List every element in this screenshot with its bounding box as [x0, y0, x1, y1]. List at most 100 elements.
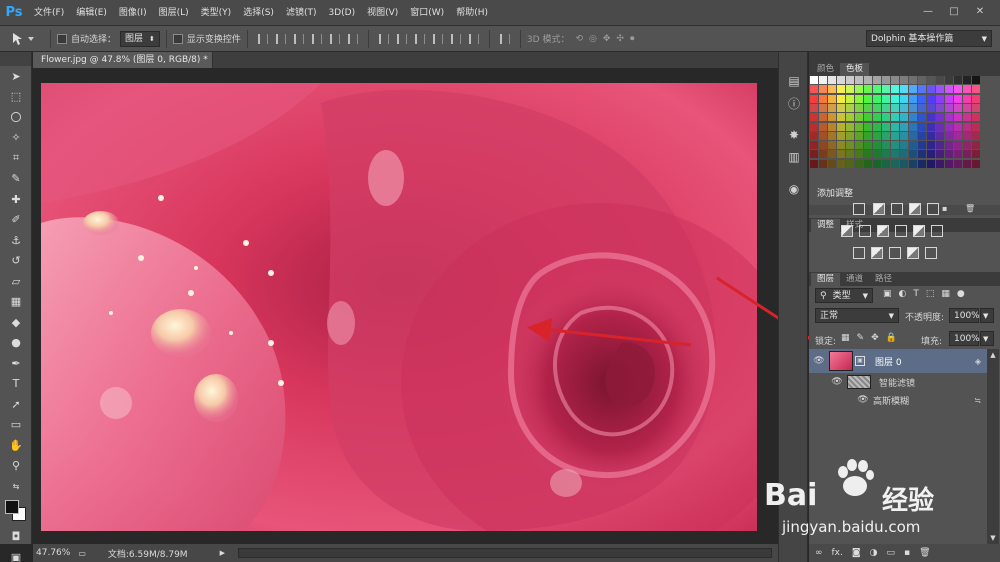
horizontal-scrollbar[interactable] — [238, 548, 772, 558]
3d-slide-icon[interactable]: ✣ — [616, 34, 624, 44]
swatch[interactable] — [882, 94, 890, 103]
swatch[interactable] — [909, 85, 917, 94]
swatch[interactable] — [918, 159, 926, 168]
swatch[interactable] — [846, 122, 854, 131]
swatch[interactable] — [963, 122, 971, 131]
eraser-tool-icon[interactable]: ▱ — [0, 271, 32, 292]
character-panel-icon[interactable]: ▥ — [779, 146, 809, 168]
swatch[interactable] — [828, 131, 836, 140]
swatch[interactable] — [900, 131, 908, 140]
adjustment-icon[interactable] — [889, 247, 901, 259]
image-canvas[interactable] — [41, 83, 757, 531]
swatch[interactable] — [810, 131, 818, 140]
swatch[interactable] — [873, 76, 881, 84]
swatch[interactable] — [855, 141, 863, 150]
swatch[interactable] — [891, 141, 899, 150]
swatch[interactable] — [846, 131, 854, 140]
swatch[interactable] — [936, 131, 944, 140]
swatch[interactable] — [864, 113, 872, 122]
menu-edit[interactable]: 编辑(E) — [70, 0, 113, 26]
align-left-icon[interactable] — [310, 32, 324, 46]
layer-row-smart-filters[interactable]: 👁 智能滤镜 — [809, 373, 987, 391]
swatch[interactable] — [864, 94, 872, 103]
move-tool-icon[interactable]: ➤ — [0, 66, 32, 87]
swatch[interactable] — [846, 76, 854, 84]
swatch[interactable] — [810, 122, 818, 131]
adjustment-icon[interactable] — [853, 203, 865, 215]
swatch[interactable] — [945, 150, 953, 159]
eyedropper-tool-icon[interactable]: ✎ — [0, 169, 32, 190]
layer-style-icon[interactable]: fx. — [832, 548, 843, 558]
swatch[interactable] — [855, 122, 863, 131]
align-top-icon[interactable] — [256, 32, 270, 46]
swatch[interactable] — [954, 76, 962, 84]
swatch[interactable] — [909, 76, 917, 84]
swatch[interactable] — [918, 103, 926, 112]
swatch[interactable] — [918, 131, 926, 140]
swatch[interactable] — [846, 103, 854, 112]
swatch[interactable] — [954, 103, 962, 112]
swatch[interactable] — [900, 76, 908, 84]
swatch[interactable] — [900, 85, 908, 94]
swatch[interactable] — [819, 131, 827, 140]
distribute-hcenter-icon[interactable] — [449, 32, 463, 46]
distribute-right-icon[interactable] — [467, 32, 481, 46]
new-group-icon[interactable]: ▭ — [886, 548, 895, 558]
swatch[interactable] — [882, 76, 890, 84]
swatch[interactable] — [828, 85, 836, 94]
3d-drag-icon[interactable]: ✥ — [603, 34, 611, 44]
filter-shape-icon[interactable]: ⬚ — [926, 289, 935, 299]
crop-tool-icon[interactable]: ⌗ — [0, 148, 32, 169]
path-select-tool-icon[interactable]: ➚ — [0, 394, 32, 415]
swatch[interactable] — [936, 76, 944, 84]
swatch[interactable] — [891, 94, 899, 103]
swatch-grid[interactable] — [810, 76, 982, 204]
swatch[interactable] — [945, 159, 953, 168]
adjustment-icon[interactable] — [913, 225, 925, 237]
adjustment-icon[interactable] — [841, 225, 853, 237]
swatch[interactable] — [918, 113, 926, 122]
blend-options-icon[interactable]: ≒ — [974, 396, 981, 405]
swatch[interactable] — [963, 141, 971, 150]
swatch[interactable] — [945, 141, 953, 150]
swatch[interactable] — [828, 150, 836, 159]
healing-tool-icon[interactable]: ✚ — [0, 189, 32, 210]
filter-adjust-icon[interactable]: ◐ — [899, 289, 907, 299]
swatch[interactable] — [963, 113, 971, 122]
swatch[interactable] — [954, 113, 962, 122]
swatch[interactable] — [837, 113, 845, 122]
swatch[interactable] — [927, 85, 935, 94]
align-right-icon[interactable] — [346, 32, 360, 46]
swatch[interactable] — [864, 150, 872, 159]
tab-paths[interactable]: 路径 — [869, 273, 898, 286]
swatch[interactable] — [972, 85, 980, 94]
swatch[interactable] — [891, 131, 899, 140]
swatch[interactable] — [828, 76, 836, 84]
swatch[interactable] — [873, 122, 881, 131]
swatch[interactable] — [927, 94, 935, 103]
new-swatch-icon[interactable]: ▪ — [942, 204, 947, 213]
swatch[interactable] — [900, 94, 908, 103]
swatch[interactable] — [918, 150, 926, 159]
align-hcenter-icon[interactable] — [328, 32, 342, 46]
workspace-dropdown[interactable]: Dolphin 基本操作篇 ▼ — [866, 30, 992, 47]
swatch[interactable] — [954, 141, 962, 150]
brush-tool-icon[interactable]: ✐ — [0, 210, 32, 231]
eye-icon[interactable]: 👁 — [853, 395, 873, 405]
swatch[interactable] — [963, 150, 971, 159]
eye-icon[interactable]: 👁 — [809, 356, 829, 366]
swatch[interactable] — [954, 159, 962, 168]
swatch[interactable] — [819, 141, 827, 150]
swatch[interactable] — [882, 103, 890, 112]
tab-swatches[interactable]: 色板 — [840, 63, 870, 76]
swatch[interactable] — [891, 159, 899, 168]
link-layers-icon[interactable]: ∞ — [815, 548, 823, 558]
swatch[interactable] — [837, 150, 845, 159]
adjustment-icon[interactable] — [909, 203, 921, 215]
fill-dropdown[interactable]: ▼ — [980, 331, 994, 346]
swatch[interactable] — [810, 141, 818, 150]
swatch[interactable] — [828, 141, 836, 150]
swatch[interactable] — [846, 94, 854, 103]
menu-file[interactable]: 文件(F) — [28, 0, 70, 26]
tab-channels[interactable]: 通道 — [840, 273, 869, 286]
